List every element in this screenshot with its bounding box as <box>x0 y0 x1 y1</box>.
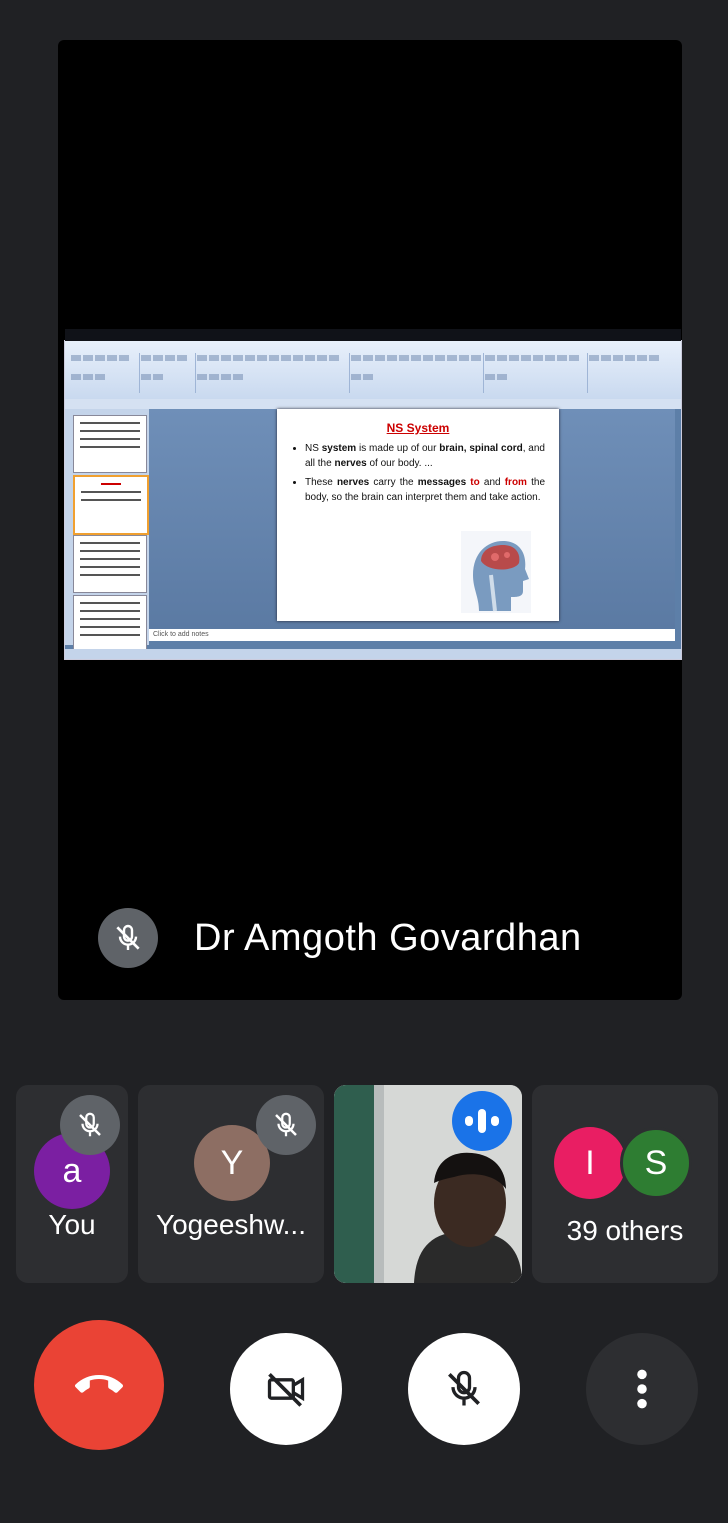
presenter-info: Dr Amgoth Govardhan <box>98 906 582 970</box>
participant-tile[interactable]: Y Yogeeshw... <box>138 1085 324 1283</box>
quick-access-toolbar <box>65 399 681 409</box>
ribbon-group-clipboard <box>69 353 140 393</box>
ribbon-group-editing <box>587 353 671 393</box>
status-bar <box>65 649 681 659</box>
shared-screen: NS System NS system is made up of our br… <box>64 329 682 660</box>
slide-thumbnail-panel <box>65 409 149 653</box>
mic-off-icon <box>98 908 158 968</box>
slide-bullets: NS system is made up of our brain, spina… <box>277 441 559 505</box>
notes-pane: Click to add notes <box>149 629 675 641</box>
slide-title: NS System <box>386 421 450 435</box>
avatar: I <box>554 1127 626 1199</box>
avatar: S <box>620 1127 692 1199</box>
slide-thumbnail-active <box>73 475 149 535</box>
speaking-icon <box>452 1091 512 1151</box>
mic-off-icon <box>116 924 140 950</box>
slide-thumbnail <box>73 535 147 593</box>
ribbon-group-font <box>195 353 350 393</box>
ribbon-group-paragraph <box>349 353 484 393</box>
ribbon-group-slides <box>139 353 196 393</box>
slide-thumbnail <box>73 415 147 473</box>
presenter-name: Dr Amgoth Govardhan <box>194 916 582 959</box>
camera-off-icon <box>267 1373 305 1407</box>
others-tile[interactable]: I S 39 others <box>532 1085 718 1283</box>
slide-bullet: NS system is made up of our brain, spina… <box>305 441 545 471</box>
participant-name: Yogeeshw... <box>156 1209 306 1240</box>
slide-thumbnail <box>73 595 147 653</box>
mic-off-icon <box>448 1370 480 1406</box>
participant-name: You <box>48 1209 96 1240</box>
call-end-icon <box>75 1375 123 1393</box>
ribbon-group-drawing <box>483 353 588 393</box>
brain-head-image <box>461 531 531 613</box>
slide-editing-area: NS System NS system is made up of our br… <box>149 409 675 629</box>
more-options-button[interactable] <box>586 1333 698 1445</box>
more-vert-icon <box>637 1369 647 1409</box>
microphone-toggle-button[interactable] <box>408 1333 520 1445</box>
participant-tile-you[interactable]: a You <box>16 1085 128 1283</box>
meet-call-screen: NS System NS system is made up of our br… <box>0 0 728 1523</box>
presenter-tile[interactable]: NS System NS system is made up of our br… <box>58 40 682 1000</box>
others-count: 39 others <box>566 1215 684 1246</box>
camera-toggle-button[interactable] <box>230 1333 342 1445</box>
end-call-button[interactable] <box>34 1320 164 1450</box>
mic-off-icon <box>60 1095 120 1155</box>
window-title-bar <box>65 329 681 341</box>
current-slide: NS System NS system is made up of our br… <box>277 409 559 621</box>
slide-bullet: These nerves carry the messages to and f… <box>305 475 545 505</box>
powerpoint-ribbon <box>65 341 681 400</box>
mic-off-icon <box>256 1095 316 1155</box>
participant-video-tile[interactable] <box>334 1085 522 1283</box>
